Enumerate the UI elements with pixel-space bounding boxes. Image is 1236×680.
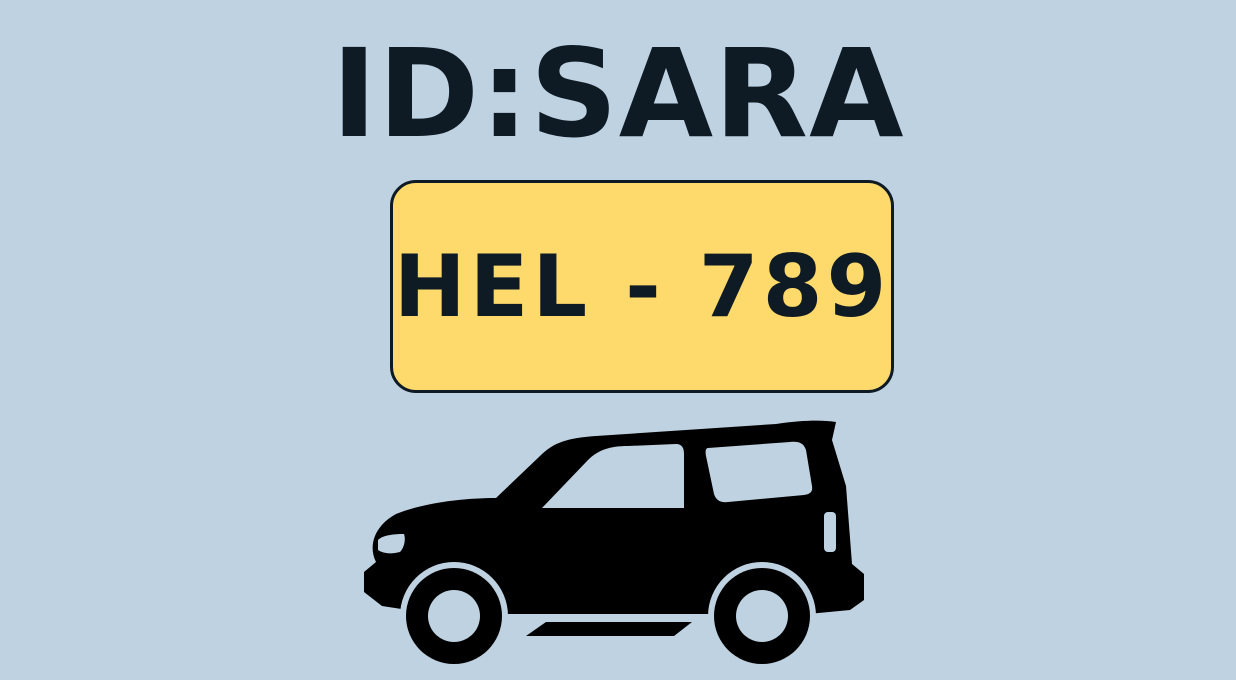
license-plate: HEL - 789 [390, 180, 894, 393]
license-plate-number: HEL - 789 [393, 236, 891, 337]
id-card-scene: ID:SARA HEL - 789 [0, 0, 1236, 680]
suv-car-icon [364, 420, 864, 670]
id-title: ID:SARA [331, 23, 905, 165]
